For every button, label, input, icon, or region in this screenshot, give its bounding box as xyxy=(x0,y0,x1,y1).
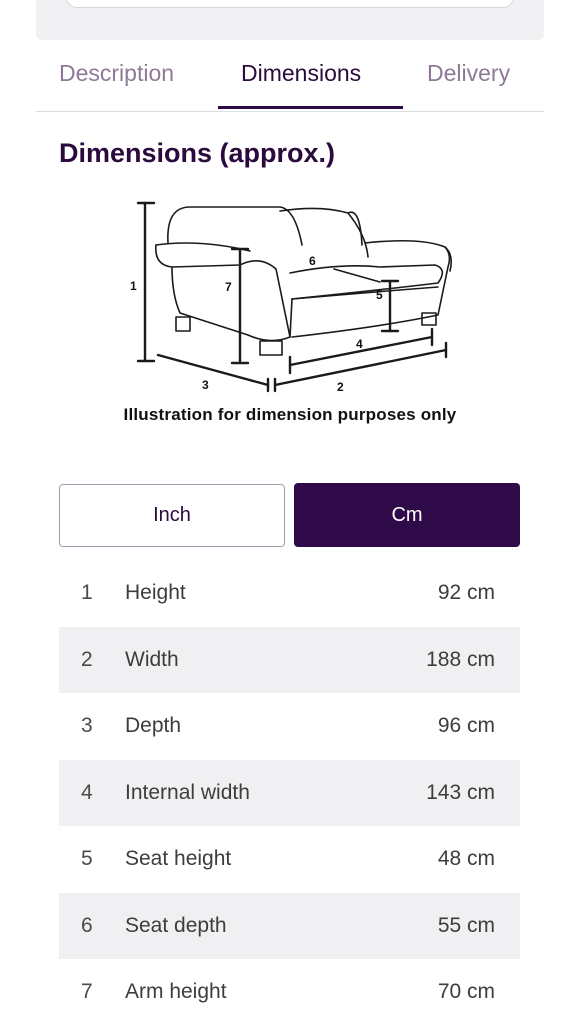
table-row: 4 Internal width 143 cm xyxy=(59,759,520,826)
cm-toggle-button[interactable]: Cm xyxy=(294,483,520,547)
table-row: 1 Height 92 cm xyxy=(59,560,520,627)
active-tab-indicator xyxy=(218,106,403,109)
table-row: 3 Depth 96 cm xyxy=(59,693,520,760)
row-label: Height xyxy=(125,581,186,605)
tab-description[interactable]: Description xyxy=(59,60,174,87)
row-value: 143 cm xyxy=(426,780,495,804)
dimension-marker-1: 1 xyxy=(130,279,137,293)
row-number: 5 xyxy=(81,847,93,871)
row-number: 2 xyxy=(81,647,93,671)
top-card-field xyxy=(66,0,514,8)
tab-bar: Description Dimensions Delivery xyxy=(36,48,544,112)
dimension-marker-6: 6 xyxy=(309,254,316,268)
row-value: 188 cm xyxy=(426,647,495,671)
illustration-caption: Illustration for dimension purposes only xyxy=(123,405,457,424)
table-row: 6 Seat depth 55 cm xyxy=(59,892,520,959)
row-number: 6 xyxy=(81,913,93,937)
row-label: Seat depth xyxy=(125,913,227,937)
dimension-marker-5: 5 xyxy=(376,288,383,302)
row-label: Seat height xyxy=(125,847,232,871)
tab-dimensions[interactable]: Dimensions xyxy=(241,60,361,87)
row-value: 92 cm xyxy=(437,581,495,605)
row-value: 48 cm xyxy=(437,847,495,871)
table-row: 2 Width 188 cm xyxy=(59,626,520,693)
row-label: Internal width xyxy=(125,780,250,804)
row-number: 1 xyxy=(81,581,93,605)
dimension-marker-7: 7 xyxy=(225,280,232,294)
dimension-marker-3: 3 xyxy=(202,378,209,392)
row-value: 96 cm xyxy=(437,714,495,738)
row-label: Arm height xyxy=(125,980,227,1004)
row-number: 3 xyxy=(81,714,93,738)
row-number: 4 xyxy=(81,780,93,804)
dimensions-table: 1 Height 92 cm 2 Width 188 cm 3 Depth 96… xyxy=(59,560,520,1024)
sofa-diagram: 1 2 3 4 5 6 7 xyxy=(130,201,452,394)
tab-delivery[interactable]: Delivery xyxy=(427,60,510,87)
section-title: Dimensions (approx.) xyxy=(59,138,336,168)
row-value: 55 cm xyxy=(437,913,495,937)
table-row: 7 Arm height 70 cm xyxy=(59,959,520,1024)
table-row: 5 Seat height 48 cm xyxy=(59,826,520,893)
top-card xyxy=(36,0,544,40)
row-number: 7 xyxy=(81,980,93,1004)
dimension-marker-4: 4 xyxy=(356,337,363,351)
sofa-dimension-illustration: 1 2 3 4 5 6 7 Illustration for dimension… xyxy=(80,195,500,435)
row-label: Depth xyxy=(125,714,182,738)
dimension-marker-2: 2 xyxy=(337,380,344,394)
row-value: 70 cm xyxy=(437,980,495,1004)
inch-toggle-button[interactable]: Inch xyxy=(59,484,285,547)
row-label: Width xyxy=(125,647,179,671)
